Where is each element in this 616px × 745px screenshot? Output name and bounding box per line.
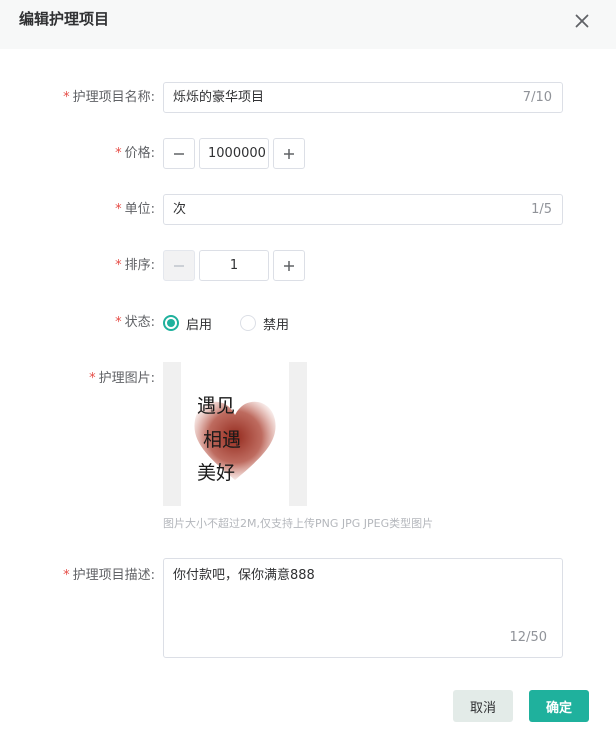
unit-label: * 单位: xyxy=(115,202,155,217)
price-label: * 价格: xyxy=(115,146,155,161)
minus-icon xyxy=(174,152,184,155)
confirm-button[interactable]: 确定 xyxy=(529,690,589,722)
status-radio-enabled[interactable]: 启用 xyxy=(163,312,212,334)
plus-icon xyxy=(284,260,294,271)
name-input-value: 烁烁的豪华项目 xyxy=(173,90,265,105)
radio-unchecked-icon xyxy=(240,315,256,331)
description-value: 你付款吧，保你满意888 xyxy=(173,568,315,583)
required-mark: * xyxy=(115,202,122,217)
required-mark: * xyxy=(115,258,122,273)
radio-label: 禁用 xyxy=(263,317,290,333)
dialog-title: 编辑护理项目 xyxy=(19,10,110,28)
image-label: * 护理图片: xyxy=(89,371,155,386)
required-mark: * xyxy=(63,90,70,105)
status-radio-disabled[interactable]: 禁用 xyxy=(240,312,289,334)
sort-increase-button[interactable] xyxy=(273,250,305,281)
status-label: * 状态: xyxy=(115,315,155,330)
sort-decrease-button[interactable] xyxy=(163,250,195,281)
sort-label: * 排序: xyxy=(115,258,155,273)
unit-char-counter: 1/5 xyxy=(531,202,552,217)
description-textarea[interactable]: 你付款吧，保你满意888 12/50 xyxy=(163,558,563,658)
sort-input-value: 1 xyxy=(229,258,239,273)
name-input[interactable]: 烁烁的豪华项目 7/10 xyxy=(163,82,563,113)
handwriting-line: 美好 xyxy=(197,462,235,484)
price-decrease-button[interactable] xyxy=(163,138,195,169)
uploaded-image: 遇见 相遇 美好 xyxy=(181,362,289,506)
radio-checked-icon xyxy=(163,315,179,331)
required-mark: * xyxy=(115,315,122,330)
minus-icon xyxy=(174,264,184,267)
heart-calligraphy-image: 遇见 相遇 美好 xyxy=(194,395,276,484)
price-increase-button[interactable] xyxy=(273,138,305,169)
required-mark: * xyxy=(89,371,96,386)
dialog-header: 编辑护理项目 xyxy=(0,0,616,49)
unit-input[interactable]: 次 1/5 xyxy=(163,194,563,225)
radio-label: 启用 xyxy=(186,317,213,333)
handwriting-line: 遇见 xyxy=(197,395,235,417)
name-char-counter: 7/10 xyxy=(522,90,552,105)
plus-icon xyxy=(284,148,294,159)
required-mark: * xyxy=(63,568,70,583)
image-upload[interactable]: 遇见 相遇 美好 xyxy=(163,362,307,506)
description-char-counter: 12/50 xyxy=(509,630,547,645)
name-label: * 护理项目名称: xyxy=(63,90,155,105)
price-input-value: 1000000 xyxy=(208,146,266,161)
unit-input-value: 次 xyxy=(173,202,187,217)
close-icon[interactable] xyxy=(569,8,595,34)
description-label: * 护理项目描述: xyxy=(63,568,155,583)
price-input[interactable]: 1000000 xyxy=(199,138,269,169)
image-upload-hint: 图片大小不超过2M,仅支持上传PNG JPG JPEG类型图片 xyxy=(163,517,434,530)
cancel-button[interactable]: 取消 xyxy=(453,690,513,722)
required-mark: * xyxy=(115,146,122,161)
handwriting-line: 相遇 xyxy=(203,429,241,451)
sort-input[interactable]: 1 xyxy=(199,250,269,281)
